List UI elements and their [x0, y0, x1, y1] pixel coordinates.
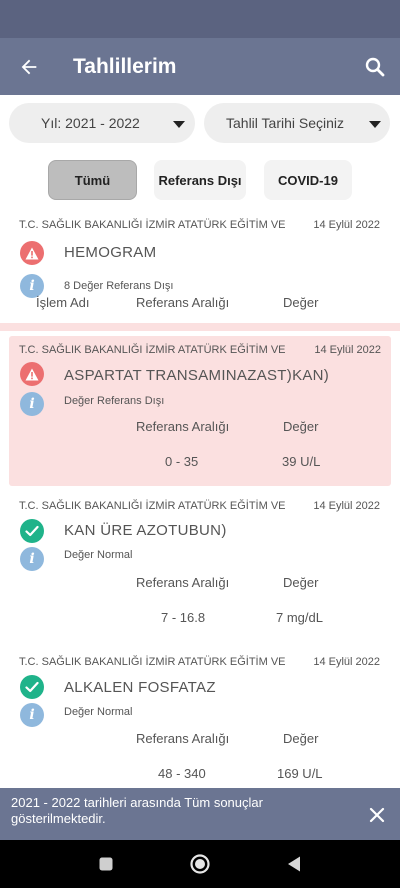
year-dropdown[interactable]: Yıl: 2021 - 2022: [9, 103, 195, 143]
close-icon[interactable]: [365, 803, 389, 827]
hospital-name: T.C. SAĞLIK BAKANLIĞI İZMİR ATATÜRK EĞİT…: [19, 344, 286, 356]
caret-down-icon: [369, 121, 381, 128]
search-icon[interactable]: [360, 52, 390, 82]
check-circle-icon: [20, 519, 44, 543]
test-name: ALKALEN FOSFATAZ: [64, 679, 216, 696]
test-status-text: Değer Normal: [64, 549, 133, 561]
test-value: 7 mg/dL: [276, 610, 323, 625]
system-nav-bar: [0, 840, 400, 888]
hospital-name: T.C. SAĞLIK BAKANLIĞI İZMİR ATATÜRK EĞİT…: [19, 656, 286, 668]
hospital-name: T.C. SAĞLIK BAKANLIĞI İZMİR ATATÜRK EĞİT…: [19, 219, 286, 231]
filter-bar: Yıl: 2021 - 2022 Tahlil Tarihi Seçiniz: [0, 95, 400, 150]
info-icon[interactable]: i: [20, 392, 44, 416]
filter-tabs: Tümü Referans Dışı COVID-19: [0, 160, 400, 202]
tab-out-of-reference[interactable]: Referans Dışı: [154, 160, 246, 200]
status-bar: [0, 0, 400, 38]
app-bar: Tahlillerim: [0, 38, 400, 95]
test-date-dropdown-label: Tahlil Tarihi Seçiniz: [226, 115, 345, 131]
info-icon[interactable]: i: [20, 547, 44, 571]
column-header-reference-range: Referans Aralığı: [136, 295, 230, 310]
test-status-text: Değer Referans Dışı: [64, 395, 165, 407]
column-header-value: Değer: [283, 731, 319, 746]
column-header-reference-range: Referans Aralığı: [136, 575, 230, 590]
warning-icon: [20, 362, 44, 386]
test-date: 14 Eylül 2022: [313, 500, 380, 512]
test-value: 39 U/L: [282, 454, 321, 469]
reference-range-value: 7 - 16.8: [161, 610, 206, 625]
test-date: 14 Eylül 2022: [313, 656, 380, 668]
test-card[interactable]: T.C. SAĞLIK BAKANLIĞI İZMİR ATATÜRK EĞİT…: [0, 500, 400, 645]
test-name: KAN ÜRE AZOTUBUN): [64, 522, 227, 539]
column-header-value: Değer: [283, 575, 319, 590]
year-dropdown-label: Yıl: 2021 - 2022: [41, 115, 140, 131]
recent-apps-icon[interactable]: [94, 852, 118, 876]
snackbar-message: 2021 - 2022 tarihleri arasında Tüm sonuç…: [11, 795, 263, 826]
test-date-dropdown[interactable]: Tahlil Tarihi Seçiniz: [204, 103, 390, 143]
column-header-reference-range: Referans Aralığı: [136, 419, 230, 434]
back-icon[interactable]: [282, 852, 306, 876]
check-circle-icon: [20, 675, 44, 699]
warning-icon: [20, 241, 44, 265]
reference-range-value: 48 - 340: [158, 766, 206, 781]
page-title: Tahlillerim: [73, 55, 177, 78]
tab-all[interactable]: Tümü: [48, 160, 137, 200]
column-header-reference-range: Referans Aralığı: [136, 731, 230, 746]
column-header-value: Değer: [283, 419, 319, 434]
snackbar: 2021 - 2022 tarihleri arasında Tüm sonuç…: [0, 788, 400, 840]
reference-range-value: 0 - 35: [165, 454, 199, 469]
test-name: HEMOGRAM: [64, 244, 157, 261]
test-card[interactable]: T.C. SAĞLIK BAKANLIĞI İZMİR ATATÜRK EĞİT…: [9, 336, 391, 486]
caret-down-icon: [173, 121, 185, 128]
home-icon[interactable]: [188, 852, 212, 876]
hospital-name: T.C. SAĞLIK BAKANLIĞI İZMİR ATATÜRK EĞİT…: [19, 500, 286, 512]
test-date: 14 Eylül 2022: [314, 344, 381, 356]
tab-covid-19[interactable]: COVID-19: [264, 160, 352, 200]
column-header-procedure: İşlem Adı: [36, 295, 90, 310]
test-value: 169 U/L: [277, 766, 323, 781]
test-card[interactable]: T.C. SAĞLIK BAKANLIĞI İZMİR ATATÜRK EĞİT…: [0, 656, 400, 786]
info-icon[interactable]: i: [20, 703, 44, 727]
test-status-text: 8 Değer Referans Dışı: [64, 280, 174, 292]
arrow-left-icon[interactable]: [14, 52, 44, 82]
test-card[interactable]: T.C. SAĞLIK BAKANLIĞI İZMİR ATATÜRK EĞİT…: [0, 219, 400, 319]
test-status-text: Değer Normal: [64, 706, 133, 718]
divider: [0, 323, 400, 331]
test-date: 14 Eylül 2022: [313, 219, 380, 231]
test-name: ASPARTAT TRANSAMINAZAST)KAN): [64, 367, 330, 384]
column-header-value: Değer: [283, 295, 319, 310]
